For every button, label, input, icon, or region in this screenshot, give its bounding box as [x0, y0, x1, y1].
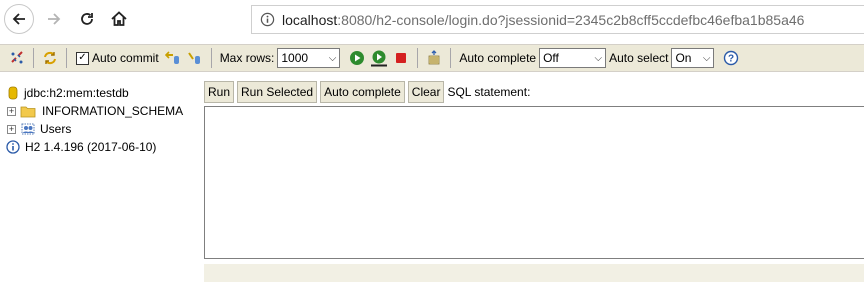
- rollback-icon[interactable]: [163, 48, 183, 68]
- expand-icon[interactable]: +: [7, 124, 16, 134]
- reload-icon: [81, 13, 93, 25]
- check-icon: ✓: [78, 52, 87, 63]
- svg-text:?: ?: [728, 54, 734, 65]
- folder-icon: [20, 106, 36, 117]
- address-bar[interactable]: localhost:8080/h2-console/login.do?jsess…: [251, 5, 864, 34]
- auto-complete-select[interactable]: Off ⌵: [539, 48, 607, 68]
- url-host: localhost: [282, 11, 338, 28]
- commit-icon[interactable]: [185, 48, 205, 68]
- toolbar-separator: [450, 48, 452, 68]
- max-rows-value: 1000: [281, 51, 309, 65]
- version-label: H2 1.4.196 (2017-06-10): [25, 140, 157, 154]
- auto-commit-label: Auto commit: [92, 51, 159, 65]
- auto-select-select[interactable]: On ⌵: [671, 48, 715, 68]
- help-button[interactable]: ?: [721, 48, 741, 68]
- help-icon: ?: [724, 50, 739, 66]
- tree-item-label: INFORMATION_SCHEMA: [42, 104, 184, 118]
- auto-complete-label: Auto complete: [459, 51, 537, 65]
- database-icon: [8, 86, 18, 100]
- connection-label: jdbc:h2:mem:testdb: [24, 86, 129, 100]
- site-info-icon[interactable]: [252, 12, 282, 27]
- toolbar-separator: [417, 48, 419, 68]
- toolbar-separator: [33, 48, 34, 68]
- auto-complete-value: Off: [543, 51, 559, 65]
- editor-button-row: Run Run Selected Auto complete Clear SQL…: [204, 80, 530, 104]
- max-rows-label: Max rows:: [219, 51, 275, 65]
- auto-commit-checkbox[interactable]: ✓: [76, 51, 89, 65]
- chevron-down-icon: ⌵: [594, 52, 603, 64]
- back-button[interactable]: [4, 4, 34, 34]
- run-icon[interactable]: [347, 48, 367, 68]
- toolbar-separator: [210, 48, 212, 68]
- max-rows-select[interactable]: 1000 ⌵: [277, 48, 341, 68]
- result-panel: [204, 264, 864, 282]
- auto-select-label: Auto select: [609, 51, 669, 65]
- sql-editor[interactable]: [204, 106, 864, 259]
- home-icon: [111, 11, 127, 26]
- expand-icon[interactable]: +: [7, 106, 16, 116]
- reload-button[interactable]: [72, 4, 102, 34]
- sql-statement-label: SQL statement:: [447, 85, 531, 99]
- disconnect-icon[interactable]: [7, 48, 27, 68]
- stop-icon[interactable]: [391, 48, 411, 68]
- url-path: :8080/h2-console/login.do?jsessionid=234…: [337, 11, 805, 28]
- forward-button[interactable]: [39, 4, 69, 34]
- tree-item-users[interactable]: + Users: [7, 120, 71, 138]
- back-arrow-icon: [12, 13, 25, 25]
- tree-item-information-schema[interactable]: + INFORMATION_SCHEMA: [7, 102, 183, 120]
- console-toolbar: ✓ Auto commit Max rows: 1000 ⌵ Auto comp…: [0, 44, 864, 72]
- run-selected-icon[interactable]: [369, 48, 389, 68]
- auto-complete-button[interactable]: Auto complete: [320, 81, 405, 103]
- clear-button[interactable]: Clear: [407, 81, 445, 103]
- tree-version: H2 1.4.196 (2017-06-10): [6, 138, 156, 156]
- run-selected-button[interactable]: Run Selected: [237, 81, 318, 103]
- toolbar-separator: [66, 48, 67, 68]
- browser-toolbar: localhost:8080/h2-console/login.do?jsess…: [0, 0, 864, 40]
- tree-connection[interactable]: jdbc:h2:mem:testdb: [8, 84, 129, 102]
- refresh-icon[interactable]: [40, 48, 60, 68]
- chevron-down-icon: ⌵: [328, 52, 337, 64]
- run-button[interactable]: Run: [204, 81, 235, 103]
- tree-item-label: Users: [40, 122, 72, 136]
- users-icon: [21, 123, 35, 135]
- home-button[interactable]: [104, 4, 134, 34]
- chevron-down-icon: ⌵: [702, 52, 711, 64]
- info-icon: [6, 140, 20, 154]
- forward-arrow-icon: [48, 13, 61, 25]
- history-icon[interactable]: [424, 48, 444, 68]
- auto-select-value: On: [675, 51, 692, 65]
